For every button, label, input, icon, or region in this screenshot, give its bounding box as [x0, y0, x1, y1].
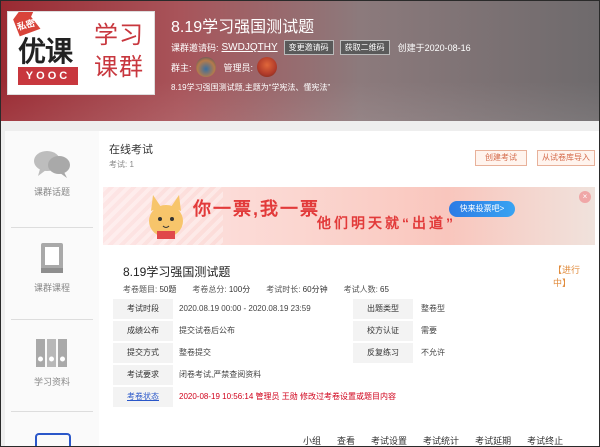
- tab-view[interactable]: 查看: [337, 434, 355, 446]
- sidebar-divider: [11, 227, 93, 228]
- change-code-button[interactable]: 变更邀请码: [283, 40, 334, 55]
- tab-exam-settings[interactable]: 考试设置: [371, 434, 407, 446]
- admin-avatar[interactable]: [257, 57, 278, 77]
- create-exam-button[interactable]: 创建考试: [475, 150, 527, 166]
- invite-code-link[interactable]: SWDJQTHY: [222, 42, 278, 53]
- exam-meta-item: 考卷题目: 50题: [123, 285, 177, 294]
- logo-brand-en: YOOC: [18, 67, 78, 85]
- group-title: 8.19学习强国测试题: [171, 19, 315, 36]
- detail-label: 校方认证: [353, 321, 413, 341]
- vote-cta-button[interactable]: 快来投票吧>: [449, 201, 515, 217]
- detail-label: 出题类型: [353, 299, 413, 319]
- banner-subline: 他们明天就“出道”: [317, 215, 456, 231]
- detail-row: 成绩公布 提交试卷后公布 校方认证 需要: [113, 321, 593, 343]
- logo-brand-cn: 优课: [18, 35, 73, 68]
- detail-value: 2020-08-19 10:56:14 管理员 王勋 修改过考卷设置或题目内容: [179, 392, 396, 401]
- exam-meta: 考卷题目: 50题 考卷总分: 100分 考试时长: 60分钟 考试人数: 65: [123, 284, 389, 295]
- banner-headline: 你一票,我一票: [193, 199, 321, 219]
- detail-value: 闭卷考试,严禁查阅资料: [179, 370, 262, 379]
- detail-value: 不允许: [421, 348, 445, 357]
- exam-meta-item: 考试时长: 60分钟: [266, 285, 328, 294]
- sidebar-item-materials[interactable]: 学习资料: [5, 335, 99, 388]
- admin-label: 管理员:: [223, 62, 254, 73]
- import-from-bank-button[interactable]: 从试卷库导入: [537, 150, 595, 166]
- tab-group[interactable]: 小组: [303, 434, 321, 446]
- sidebar-item-courses[interactable]: 课群课程: [5, 241, 99, 294]
- sidebar-divider: [11, 319, 93, 320]
- exam-card: 8.19学习强国测试题 【进行中】 考卷题目: 50题 考卷总分: 100分 考…: [113, 251, 593, 446]
- detail-value: 整卷提交: [179, 348, 211, 357]
- detail-label: 成绩公布: [113, 321, 173, 341]
- sidebar-item-label: 课群话题: [33, 187, 70, 197]
- exam-actions: 小组 查看 考试设置 考试统计 考试延期 考试终止: [303, 434, 563, 446]
- created-date: 创建于2020-08-16: [397, 43, 471, 53]
- owner-label: 群主:: [171, 62, 192, 73]
- exam-title[interactable]: 8.19学习强国测试题: [123, 263, 230, 280]
- exam-status-badge: 【进行中】: [553, 265, 581, 288]
- binders-icon: [36, 339, 67, 367]
- logo-title-line1: 学习: [94, 22, 144, 49]
- book-icon: [41, 243, 63, 273]
- main-panel: 在线考试 考试: 1 创建考试 从试卷库导入 你一票,我一票 他们明天就“出道”…: [99, 131, 599, 446]
- sidebar-item-topics[interactable]: 课群话题: [5, 149, 99, 198]
- logo-title-line2: 课群: [94, 54, 144, 81]
- sidebar-item-label: 课群课程: [33, 283, 70, 293]
- detail-label: 考试要求: [113, 365, 173, 385]
- detail-row: 考卷状态 2020-08-19 10:56:14 管理员 王勋 修改过考卷设置或…: [113, 387, 593, 409]
- invite-label: 课群邀请码:: [171, 43, 219, 53]
- section-title: 在线考试: [109, 144, 153, 156]
- exam-count: 考试: 1: [109, 160, 134, 169]
- detail-label: 提交方式: [113, 343, 173, 363]
- cat-mascot-icon: [149, 195, 183, 239]
- detail-row: 提交方式 整卷提交 反复练习 不允许: [113, 343, 593, 365]
- detail-value: 整卷型: [421, 304, 445, 313]
- owner-avatar[interactable]: [195, 57, 216, 77]
- sidebar-divider: [11, 411, 93, 412]
- sidebar-item-more[interactable]: [35, 433, 71, 446]
- group-header: 私密 优课 YOOC 学习 课群 8.19学习强国测试题 课群邀请码: SWDJ…: [1, 1, 599, 121]
- banner-close-icon[interactable]: ×: [579, 191, 591, 203]
- detail-value: 2020.08.19 00:00 - 2020.08.19 23:59: [179, 304, 311, 313]
- detail-row: 考试要求 闭卷考试,严禁查阅资料: [113, 365, 593, 387]
- members-row: 群主: 管理员:: [171, 57, 285, 77]
- detail-value: 需要: [421, 326, 437, 335]
- qrcode-button[interactable]: 获取二维码: [339, 40, 390, 55]
- invite-row: 课群邀请码: SWDJQTHY 变更邀请码 获取二维码 创建于2020-08-1…: [171, 40, 471, 55]
- exam-meta-item: 考试人数: 65: [343, 285, 389, 294]
- sidebar-item-label: 学习资料: [33, 377, 70, 387]
- tab-exam-terminate[interactable]: 考试终止: [527, 434, 563, 446]
- detail-label: 反复练习: [353, 343, 413, 363]
- group-description: 8.19学习强国测试题,主题为“学宪法、懂宪法”: [171, 83, 331, 92]
- exam-meta-item: 考卷总分: 100分: [192, 285, 251, 294]
- chat-bubbles-icon: [34, 151, 70, 178]
- exam-status-link[interactable]: 考卷状态: [113, 387, 173, 407]
- group-logo: 私密 优课 YOOC 学习 课群: [7, 11, 155, 95]
- detail-value: 提交试卷后公布: [179, 326, 235, 335]
- detail-label: 考试时段: [113, 299, 173, 319]
- tab-exam-extend[interactable]: 考试延期: [475, 434, 511, 446]
- app-frame: 私密 优课 YOOC 学习 课群 8.19学习强国测试题 课群邀请码: SWDJ…: [0, 0, 600, 447]
- tab-exam-stats[interactable]: 考试统计: [423, 434, 459, 446]
- vote-banner[interactable]: 你一票,我一票 他们明天就“出道” 快来投票吧> ×: [103, 187, 595, 245]
- detail-row: 考试时段 2020.08.19 00:00 - 2020.08.19 23:59…: [113, 299, 593, 321]
- sidebar: 课群话题 课群课程 学习资料: [5, 131, 99, 446]
